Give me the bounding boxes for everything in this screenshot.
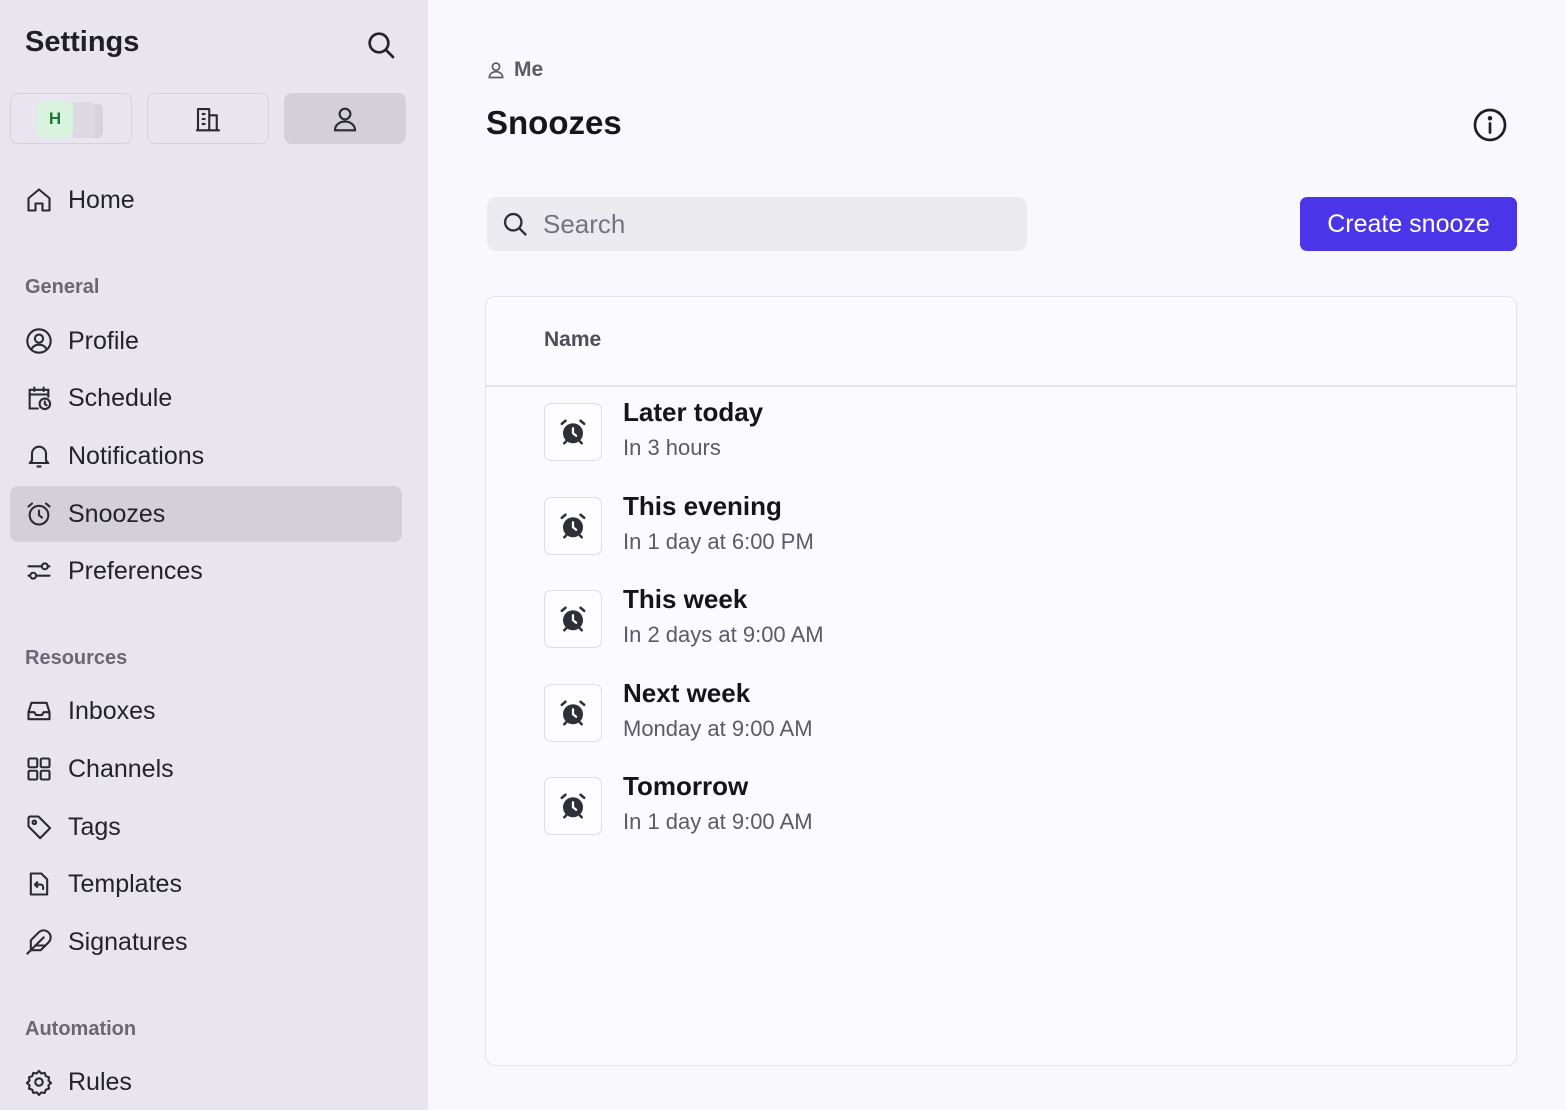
create-snooze-button[interactable]: Create snooze	[1300, 197, 1517, 251]
sidebar-item-notifications[interactable]: Notifications	[10, 428, 402, 484]
team-avatar: H	[37, 100, 105, 138]
sidebar-item-schedule[interactable]: Schedule	[10, 370, 402, 426]
row-title: This evening	[623, 491, 782, 521]
search-input[interactable]	[543, 208, 983, 240]
sidebar-item-tags[interactable]: Tags	[10, 799, 402, 855]
feather-icon	[26, 929, 52, 955]
row-subtitle: In 1 day at 6:00 PM	[623, 529, 814, 554]
breadcrumb[interactable]: Me	[486, 58, 543, 82]
snoozes-table: Name Later today In 3 hours This evening…	[485, 296, 1517, 1066]
workspace-organization-button[interactable]	[147, 93, 269, 144]
table-row[interactable]: Tomorrow In 1 day at 9:00 AM	[544, 767, 1444, 847]
row-title: Tomorrow	[623, 771, 749, 801]
table-row[interactable]: Later today In 3 hours	[544, 393, 1444, 473]
bell-icon	[28, 445, 50, 468]
sidebar-item-label: Notifications	[68, 441, 205, 470]
table-row[interactable]: Next week Monday at 9:00 AM	[544, 674, 1444, 754]
home-icon	[27, 188, 51, 212]
sidebar-item-label: Snoozes	[68, 499, 166, 528]
sidebar-item-label: Inboxes	[68, 696, 156, 725]
calendar-clock-icon	[28, 386, 52, 411]
search-icon	[368, 32, 395, 59]
sidebar-item-rules[interactable]: Rules	[10, 1054, 402, 1110]
sidebar-item-label: Profile	[68, 326, 139, 355]
section-label-general: General	[25, 276, 100, 298]
row-subtitle: In 2 days at 9:00 AM	[623, 622, 824, 647]
section-label-resources: Resources	[25, 647, 128, 669]
info-button[interactable]	[1470, 105, 1510, 145]
column-header-name[interactable]: Name	[544, 328, 601, 352]
inbox-icon	[27, 701, 51, 721]
alarm-clock-icon	[27, 502, 51, 526]
row-title: This week	[623, 584, 748, 614]
alarm-clock-icon	[560, 793, 586, 819]
sidebar-item-label: Channels	[68, 754, 174, 783]
sidebar-item-channels[interactable]: Channels	[10, 741, 402, 797]
search-field[interactable]	[487, 197, 1027, 251]
row-icon-box	[544, 590, 602, 648]
sidebar-item-home[interactable]: Home	[10, 172, 402, 228]
table-row[interactable]: This evening In 1 day at 6:00 PM	[544, 487, 1444, 567]
sidebar-item-label: Templates	[68, 869, 182, 898]
sliders-icon	[27, 562, 51, 580]
gear-icon	[25, 1069, 53, 1096]
sidebar-item-profile[interactable]: Profile	[10, 313, 402, 369]
sidebar-title: Settings	[25, 26, 140, 58]
sidebar-item-label: Signatures	[68, 927, 188, 956]
user-icon	[488, 62, 504, 79]
alarm-clock-icon	[560, 606, 586, 632]
template-icon	[29, 872, 49, 896]
info-icon	[1473, 108, 1507, 142]
sidebar-item-label: Tags	[68, 812, 121, 841]
user-icon	[333, 107, 357, 131]
row-icon-box	[544, 684, 602, 742]
row-icon-box	[544, 497, 602, 555]
grid-icon	[27, 757, 51, 781]
row-icon-box	[544, 403, 602, 461]
breadcrumb-label: Me	[514, 58, 544, 81]
sidebar-item-label: Preferences	[68, 556, 203, 585]
workspace-team-button[interactable]: H	[10, 93, 132, 144]
row-icon-box	[544, 777, 602, 835]
sidebar-item-preferences[interactable]: Preferences	[10, 543, 402, 599]
alarm-clock-icon	[560, 700, 586, 726]
sidebar-item-label: Home	[68, 185, 135, 214]
user-circle-icon	[26, 328, 52, 354]
row-title: Next week	[623, 678, 751, 708]
row-subtitle: Monday at 9:00 AM	[623, 716, 813, 741]
search-icon	[503, 212, 527, 236]
header-divider	[486, 385, 1516, 387]
sidebar-search-button[interactable]	[362, 26, 400, 64]
sidebar-item-signatures[interactable]: Signatures	[10, 914, 402, 970]
settings-sidebar: Settings H Home General Profile Schedule…	[0, 0, 428, 1110]
sidebar-item-label: Schedule	[68, 383, 173, 412]
team-initial: H	[37, 100, 73, 137]
building-icon	[196, 107, 220, 131]
page-title: Snoozes	[486, 104, 622, 141]
row-subtitle: In 3 hours	[623, 435, 721, 460]
section-label-automation: Automation	[25, 1018, 137, 1040]
sidebar-item-inboxes[interactable]: Inboxes	[10, 683, 402, 739]
workspace-me-button[interactable]	[284, 93, 406, 144]
sidebar-item-label: Rules	[68, 1067, 132, 1096]
row-title: Later today	[623, 397, 764, 427]
sidebar-item-snoozes[interactable]: Snoozes	[10, 486, 402, 542]
sidebar-item-templates[interactable]: Templates	[10, 856, 402, 912]
tag-icon	[27, 815, 52, 840]
table-row[interactable]: This week In 2 days at 9:00 AM	[544, 580, 1444, 660]
alarm-clock-icon	[560, 513, 586, 539]
alarm-clock-icon	[560, 419, 586, 445]
row-subtitle: In 1 day at 9:00 AM	[623, 809, 813, 834]
